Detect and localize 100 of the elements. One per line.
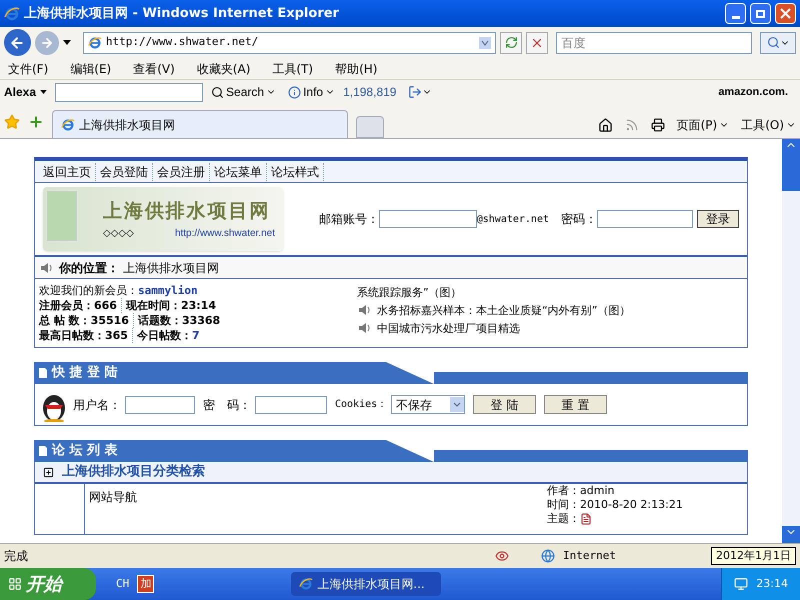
restore-button[interactable]	[750, 3, 771, 24]
taskbar-window-button[interactable]: 上海供排水项目网...	[291, 572, 442, 596]
status-text: 完成	[4, 548, 29, 565]
search-icon	[766, 36, 780, 49]
document-icon	[38, 445, 48, 457]
nav-link[interactable]: 论坛样式	[267, 162, 324, 180]
stat-text: 总 帖 数：35516	[39, 313, 134, 328]
reset-button[interactable]: 重 置	[544, 395, 608, 414]
topic-label: 主题：	[547, 512, 580, 526]
nav-link[interactable]: 论坛菜单	[210, 162, 267, 180]
browser-logo-icon	[4, 6, 20, 22]
home-icon[interactable]	[598, 118, 613, 132]
menu-item[interactable]: 查看(V)	[133, 60, 175, 78]
search-icon	[211, 86, 224, 98]
stat-text: 今日帖数：	[136, 328, 192, 343]
menu-item[interactable]: 帮助(H)	[335, 60, 378, 78]
eye-icon	[495, 549, 509, 563]
address-field[interactable]: http://www.shwater.net/	[82, 32, 496, 54]
refresh-button[interactable]	[500, 32, 522, 54]
password-field[interactable]	[597, 210, 693, 228]
toolbar-logo: Alexa	[4, 84, 36, 101]
document-icon	[38, 367, 48, 379]
dropdown-icon	[479, 36, 492, 48]
logo-title: 上海供排水项目网	[103, 199, 272, 224]
amazon-logo: amazon.com.	[718, 84, 789, 100]
plus-icon[interactable]	[28, 114, 44, 130]
start-button[interactable]: 开始	[0, 568, 96, 600]
nav-link[interactable]: 会员登陆	[96, 162, 153, 180]
window-title: 上海供排水项目网 - Windows Internet Explorer	[24, 4, 340, 23]
news-link[interactable]: 水务招标嘉兴样本：本土企业质疑“内外有别”（图）	[377, 302, 630, 318]
username-field[interactable]	[125, 396, 195, 414]
news-link[interactable]: 中国城市污水处理厂项目精选	[377, 320, 520, 336]
document-icon	[580, 513, 592, 525]
stop-button[interactable]	[526, 32, 548, 54]
category-link[interactable]: 上海供排水项目分类检索	[62, 462, 205, 482]
nav-link[interactable]: 会员注册	[153, 162, 210, 180]
search-button[interactable]	[760, 32, 796, 54]
expand-icon[interactable]	[43, 466, 54, 478]
stat-value: 7	[192, 328, 200, 343]
location-value: 上海供排水项目网	[123, 260, 219, 276]
author-text: 作者：admin	[547, 484, 616, 498]
toolbar-search-field[interactable]	[55, 82, 204, 102]
back-button[interactable]	[4, 29, 31, 56]
print-icon[interactable]	[650, 118, 665, 132]
star-icon[interactable]	[4, 114, 20, 130]
close-button[interactable]	[775, 3, 796, 24]
field-label: 用户名：	[73, 396, 121, 414]
info-button[interactable]: Info	[284, 83, 340, 101]
monitor-icon[interactable]	[734, 577, 748, 591]
info-icon	[288, 86, 302, 98]
field-label: 密 码：	[203, 396, 251, 414]
logo-graphic	[47, 191, 77, 241]
browser-logo-icon	[61, 118, 75, 132]
stat-text: 欢迎我们的新会员：	[39, 283, 138, 298]
globe-icon	[541, 549, 555, 563]
menu-item[interactable]: 收藏夹(A)	[196, 60, 250, 78]
rank-text: 1,198,819	[343, 84, 396, 101]
command-button[interactable]: 工具(O)	[741, 116, 796, 134]
stat-text: 话题数：33368	[138, 313, 220, 328]
browser-logo-icon	[88, 36, 102, 50]
menu-item[interactable]: 文件(F)	[8, 60, 48, 78]
news-link[interactable]: 系统跟踪服务”（图）	[357, 284, 462, 300]
feed-icon[interactable]	[624, 118, 639, 132]
clock: 23:14	[756, 576, 788, 592]
browser-tab[interactable]: 上海供排水项目网	[52, 110, 348, 138]
browser-logo-icon	[299, 577, 314, 591]
logo-url: http://www.shwater.net	[174, 226, 275, 241]
language-indicator: CH	[116, 576, 130, 592]
dropdown-icon	[450, 397, 464, 412]
member-link[interactable]: sammylion	[138, 283, 198, 298]
location-label: 你的位置：	[59, 260, 119, 276]
account-field[interactable]	[378, 210, 477, 228]
close-icon	[780, 8, 791, 19]
ime-indicator: 加	[137, 574, 154, 594]
toolbar-search-button[interactable]: Search	[207, 83, 280, 101]
search-field[interactable]: 百度	[556, 32, 752, 54]
caret-icon	[40, 90, 48, 94]
password-field[interactable]	[255, 396, 327, 414]
time-text: 时间：2010-8-20 2:13:21	[547, 498, 684, 512]
field-label: 密码：	[561, 211, 597, 228]
stat-text: 最高日帖数：365	[39, 328, 133, 343]
cookies-select[interactable]: 不保存	[391, 395, 466, 414]
section-header: 论 坛 列 表	[34, 440, 434, 462]
section-header: 快 捷 登 陆	[34, 362, 434, 384]
caret-icon	[62, 40, 71, 45]
minimize-button[interactable]	[725, 3, 746, 24]
menu-item[interactable]: 编辑(E)	[70, 60, 112, 78]
nav-link[interactable]: 返回主页	[39, 162, 96, 180]
menu-item[interactable]: 工具(T)	[272, 60, 314, 78]
field-label: 邮箱账号：	[318, 211, 379, 228]
login-button[interactable]: 登 陆	[473, 395, 536, 414]
stat-text: 现在时间：23:14	[126, 298, 216, 313]
date-tooltip: 2012年1月1日	[711, 546, 796, 566]
field-label: Cookies：	[335, 398, 388, 412]
login-button[interactable]: 登录	[697, 210, 739, 228]
forum-link[interactable]: 网站导航	[85, 484, 547, 534]
logo-diamonds: ◇◇◇◇	[103, 226, 134, 241]
command-button[interactable]: 页面(P)	[676, 116, 730, 134]
email-domain: @shwater.net	[476, 212, 549, 226]
refresh-icon	[504, 36, 518, 49]
